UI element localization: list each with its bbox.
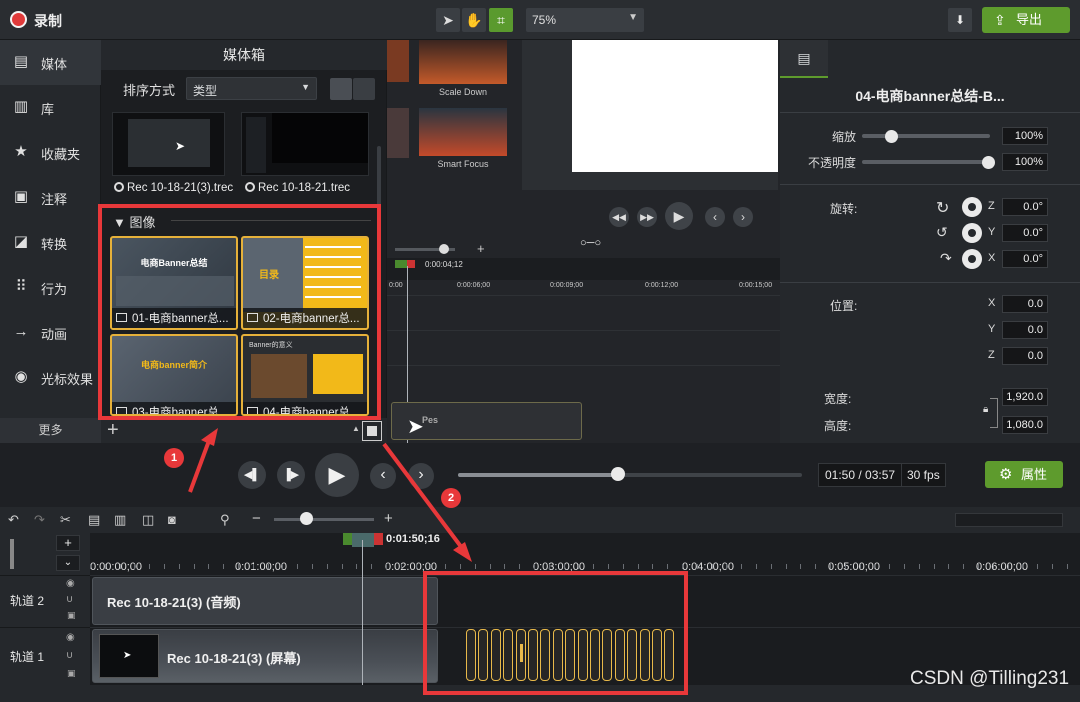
annotation-arrowhead-1 xyxy=(201,428,218,446)
annotation-arrows xyxy=(188,428,472,562)
annotation-arrow-2 xyxy=(382,442,464,550)
app-window: 录制 ➤ ✋ ⌗ 75% ▼ ⬇ ⇪ 导出 ▤ 媒体 ▥ 库 ★ 收藏夹 ▣ 注释 ◪ 转换 … xyxy=(0,0,1080,702)
annotation-arrow-1 xyxy=(188,437,212,493)
annotation-arrowhead-2 xyxy=(453,542,472,562)
watermark: CSDN @Tilling231 xyxy=(910,668,1070,689)
